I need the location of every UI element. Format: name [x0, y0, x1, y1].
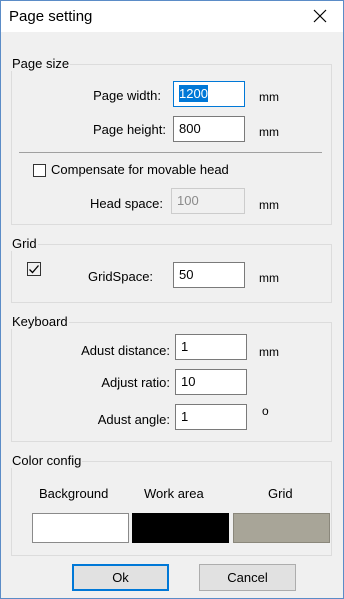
page-size-group-label: Page size — [11, 56, 71, 71]
grid-color-swatch[interactable] — [233, 513, 330, 543]
close-icon — [313, 9, 327, 23]
head-space-value: 100 — [177, 193, 199, 208]
adjust-ratio-input[interactable]: 10 — [175, 369, 247, 395]
page-width-label: Page width: — [93, 88, 161, 103]
adjust-angle-input[interactable]: 1 — [175, 404, 247, 430]
page-height-value: 800 — [179, 121, 201, 136]
head-space-input[interactable]: 100 — [171, 188, 245, 214]
checkmark-icon — [29, 265, 39, 274]
adjust-ratio-label: Adjust ratio: — [101, 375, 170, 390]
compensate-label: Compensate for movable head — [51, 162, 229, 177]
page-height-input[interactable]: 800 — [173, 116, 245, 142]
adjust-angle-unit: o — [262, 404, 269, 418]
keyboard-group-label: Keyboard — [11, 314, 69, 329]
page-width-input[interactable]: 1200 — [173, 81, 245, 107]
color-config-group-label: Color config — [11, 453, 83, 468]
background-color-label: Background — [39, 486, 109, 501]
head-space-label: Head space: — [90, 196, 163, 211]
grid-space-label: GridSpace: — [88, 269, 154, 284]
adjust-distance-unit: mm — [259, 345, 279, 359]
close-button[interactable] — [305, 3, 335, 29]
grid-checkbox[interactable] — [27, 262, 41, 276]
head-space-unit: mm — [259, 198, 279, 212]
adjust-angle-value: 1 — [181, 409, 189, 424]
page-height-label: Page height: — [92, 122, 166, 137]
work-area-color-swatch[interactable] — [132, 513, 229, 543]
grid-space-unit: mm — [259, 271, 279, 285]
adjust-ratio-value: 10 — [181, 374, 196, 389]
page-size-divider — [19, 152, 322, 153]
title-bar: Page setting — [1, 1, 343, 32]
adjust-distance-value: 1 — [181, 339, 189, 354]
adjust-angle-label: Adust angle: — [97, 412, 170, 427]
page-width-value: 1200 — [179, 85, 208, 102]
compensate-checkbox[interactable] — [33, 164, 46, 177]
ok-button[interactable]: Ok — [72, 564, 169, 591]
work-area-color-label: Work area — [144, 486, 204, 501]
grid-space-input[interactable]: 50 — [173, 262, 245, 288]
cancel-button[interactable]: Cancel — [199, 564, 296, 591]
window-title: Page setting — [9, 8, 93, 25]
page-height-unit: mm — [259, 125, 279, 139]
grid-group — [11, 244, 332, 303]
background-color-swatch[interactable] — [32, 513, 129, 543]
grid-color-label: Grid — [268, 486, 293, 501]
page-setting-dialog: Page setting Page size Page width: 1200 … — [0, 0, 344, 599]
page-width-unit: mm — [259, 90, 279, 104]
adjust-distance-label: Adust distance: — [81, 343, 170, 358]
grid-space-value: 50 — [179, 267, 194, 282]
grid-group-label: Grid — [11, 236, 38, 251]
adjust-distance-input[interactable]: 1 — [175, 334, 247, 360]
